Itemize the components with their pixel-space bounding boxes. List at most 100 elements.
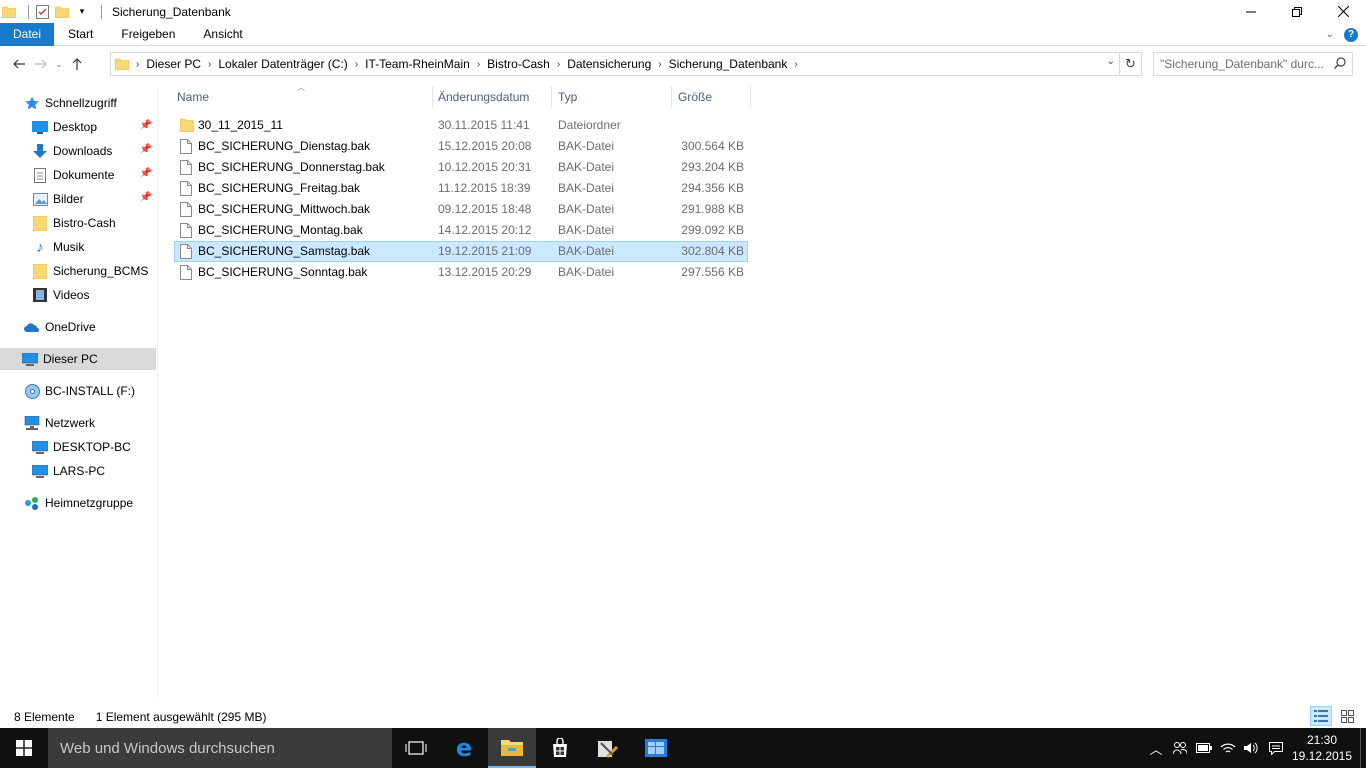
address-bar[interactable]: › Dieser PC › Lokaler Datenträger (C:) ›…: [110, 52, 1120, 76]
expand-ribbon-icon[interactable]: ⌄: [1326, 29, 1334, 40]
breadcrumb-local-disk[interactable]: Lokaler Datenträger (C:): [218, 57, 347, 71]
sidebar-item-documents[interactable]: Dokumente 📌: [32, 164, 156, 186]
customize-toolbar-icon[interactable]: ▾: [75, 5, 89, 19]
column-divider[interactable]: [432, 86, 433, 108]
column-header-size[interactable]: Größe: [678, 86, 712, 108]
sidebar-quick-access[interactable]: Schnellzugriff: [24, 92, 180, 114]
clock[interactable]: 21:30 19.12.2015: [1288, 732, 1356, 764]
taskbar-search-placeholder: Web und Windows durchsuchen: [60, 739, 275, 757]
item-count: 8 Elemente: [14, 710, 75, 724]
volume-icon[interactable]: [1240, 728, 1264, 768]
file-explorer-icon[interactable]: [488, 728, 536, 768]
file-type: Dateiordner: [558, 118, 621, 132]
help-icon[interactable]: ?: [1344, 27, 1358, 42]
sidebar-item-pictures[interactable]: Bilder 📌: [32, 188, 156, 210]
tools-app-icon[interactable]: [584, 728, 632, 768]
chevron-right-icon[interactable]: ›: [557, 59, 560, 70]
new-folder-icon[interactable]: [55, 5, 69, 19]
document-icon: [32, 167, 48, 183]
file-icon: [180, 202, 194, 217]
breadcrumb-datensicherung[interactable]: Datensicherung: [567, 57, 651, 71]
media-app-icon[interactable]: [632, 728, 680, 768]
column-header-type[interactable]: Typ: [558, 86, 577, 108]
start-button[interactable]: [0, 728, 48, 768]
list-item[interactable]: BC_SICHERUNG_Mittwoch.bak 09.12.2015 18:…: [174, 199, 748, 220]
list-item[interactable]: BC_SICHERUNG_Dienstag.bak 15.12.2015 20:…: [174, 136, 748, 157]
sidebar-item-downloads[interactable]: Downloads 📌: [32, 140, 156, 162]
edge-icon[interactable]: e: [440, 728, 488, 768]
sidebar-network[interactable]: Netzwerk: [24, 412, 156, 434]
quick-access-toolbar: ▾: [0, 0, 108, 23]
folder-icon: [2, 5, 16, 19]
wifi-icon[interactable]: [1216, 728, 1240, 768]
sidebar-item-lars-pc[interactable]: LARS-PC: [32, 460, 156, 482]
breadcrumb-this-pc[interactable]: Dieser PC: [146, 57, 201, 71]
taskbar-search[interactable]: Web und Windows durchsuchen: [48, 728, 392, 768]
tab-start[interactable]: Start: [54, 23, 107, 46]
sidebar-item-sicherung-bcms[interactable]: Sicherung_BCMS: [32, 260, 156, 282]
properties-icon[interactable]: [35, 4, 49, 19]
sidebar-drive-f[interactable]: BC-INSTALL (F:): [24, 380, 156, 402]
chevron-right-icon[interactable]: ›: [136, 59, 139, 70]
address-dropdown-icon[interactable]: ⌄: [1107, 56, 1115, 67]
restore-button[interactable]: [1274, 0, 1320, 23]
minimize-button[interactable]: [1228, 0, 1274, 23]
pin-icon[interactable]: 📌: [140, 192, 152, 203]
show-desktop-button[interactable]: [1360, 728, 1366, 768]
chevron-right-icon[interactable]: ›: [658, 59, 661, 70]
chevron-right-icon[interactable]: ›: [355, 59, 358, 70]
search-input[interactable]: [1160, 57, 1332, 71]
refresh-button[interactable]: ↻: [1120, 52, 1142, 76]
file-type: BAK-Datei: [558, 181, 615, 195]
up-button[interactable]: [66, 53, 88, 75]
back-button[interactable]: [8, 53, 30, 75]
column-divider[interactable]: [671, 86, 672, 108]
chevron-right-icon[interactable]: ›: [794, 59, 797, 70]
sidebar-item-desktop-bc[interactable]: DESKTOP-BC: [32, 436, 156, 458]
pin-icon[interactable]: 📌: [140, 120, 152, 131]
file-size: 293.204 KB: [681, 160, 744, 174]
people-icon[interactable]: [1168, 728, 1192, 768]
column-divider[interactable]: [551, 86, 552, 108]
breadcrumb-current[interactable]: Sicherung_Datenbank: [669, 57, 788, 71]
sidebar-this-pc[interactable]: Dieser PC: [0, 348, 156, 370]
sidebar-onedrive[interactable]: OneDrive: [24, 316, 156, 338]
tab-file[interactable]: Datei: [0, 22, 55, 46]
chevron-right-icon[interactable]: ›: [208, 59, 211, 70]
tab-view[interactable]: Ansicht: [189, 23, 256, 46]
list-item[interactable]: BC_SICHERUNG_Sonntag.bak 13.12.2015 20:2…: [174, 262, 748, 283]
search-icon[interactable]: [1334, 57, 1346, 72]
sidebar-item-music[interactable]: ♪ Musik: [32, 236, 156, 258]
notification-icon[interactable]: [1264, 728, 1288, 768]
column-header-date[interactable]: Änderungsdatum: [438, 86, 529, 108]
breadcrumb-bistro-cash[interactable]: Bistro-Cash: [487, 57, 550, 71]
tab-share[interactable]: Freigeben: [107, 23, 189, 46]
list-item[interactable]: BC_SICHERUNG_Donnerstag.bak 10.12.2015 2…: [174, 157, 748, 178]
details-view-button[interactable]: [1310, 706, 1332, 726]
list-item[interactable]: BC_SICHERUNG_Freitag.bak 11.12.2015 18:3…: [174, 178, 748, 199]
sidebar-item-videos[interactable]: Videos: [32, 284, 156, 306]
list-item[interactable]: BC_SICHERUNG_Montag.bak 14.12.2015 20:12…: [174, 220, 748, 241]
recent-locations-button[interactable]: ⌄: [52, 53, 66, 75]
column-divider[interactable]: [750, 86, 751, 108]
store-icon[interactable]: [536, 728, 584, 768]
pin-icon[interactable]: 📌: [140, 168, 152, 179]
forward-button[interactable]: [30, 53, 52, 75]
disc-drive-icon: [24, 383, 40, 399]
large-icons-view-button[interactable]: [1336, 706, 1358, 726]
chevron-up-icon[interactable]: ︿: [1144, 728, 1168, 768]
pin-icon[interactable]: 📌: [140, 144, 152, 155]
close-button[interactable]: [1320, 0, 1366, 23]
task-view-button[interactable]: [392, 728, 440, 768]
sidebar-item-bistro-cash[interactable]: Bistro-Cash: [32, 212, 156, 234]
battery-icon[interactable]: [1192, 728, 1216, 768]
breadcrumb-it-team[interactable]: IT-Team-RheinMain: [365, 57, 470, 71]
sidebar-homegroup[interactable]: Heimnetzgruppe: [24, 492, 156, 514]
network-icon: [24, 415, 40, 431]
list-item[interactable]: 30_11_2015_11 30.11.2015 11:41 Dateiordn…: [174, 115, 748, 136]
chevron-right-icon[interactable]: ›: [477, 59, 480, 70]
sidebar-item-desktop[interactable]: Desktop 📌: [32, 116, 156, 138]
list-item-selected[interactable]: BC_SICHERUNG_Samstag.bak 19.12.2015 21:0…: [174, 241, 748, 262]
column-header-name[interactable]: Name: [177, 86, 209, 108]
search-box[interactable]: [1153, 52, 1353, 76]
